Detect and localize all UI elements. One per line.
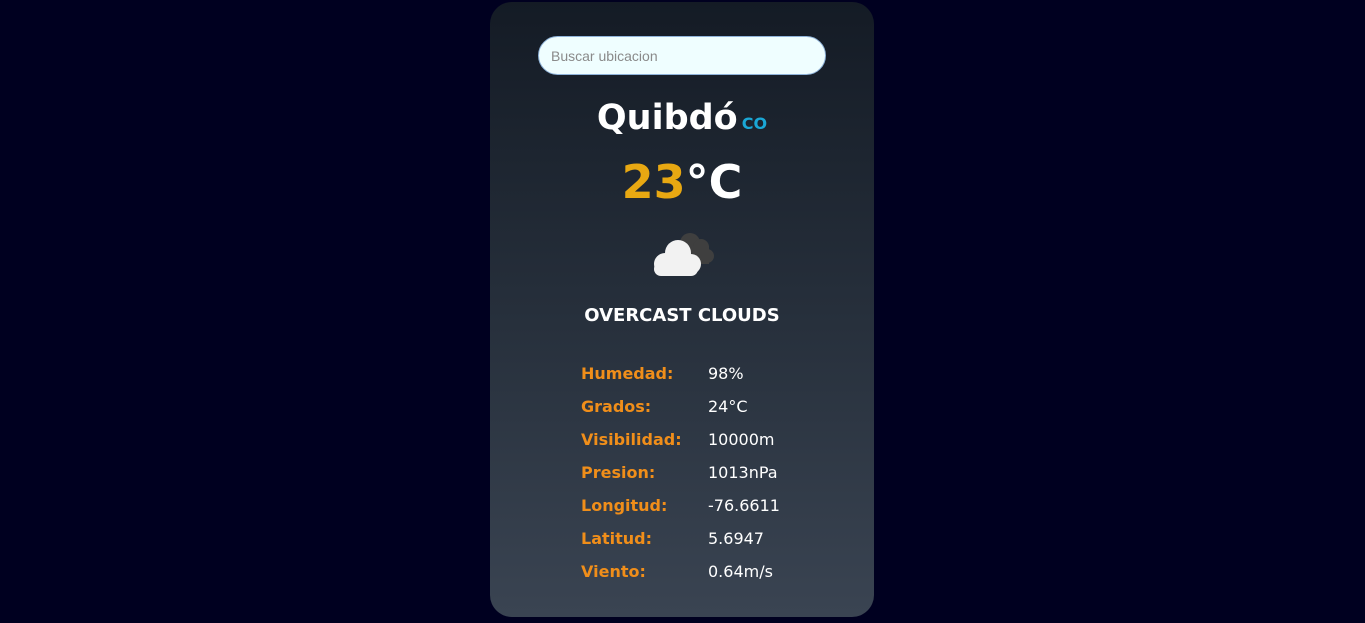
detail-value: 1013nPa (708, 463, 778, 482)
overcast-clouds-icon (645, 226, 721, 280)
weather-card: QuibdóCO 23°C OVERCAST CLOUDS Humedad: 9… (490, 2, 874, 617)
country-code: CO (741, 114, 768, 133)
detail-label: Longitud: (581, 496, 668, 515)
detail-label: Visibilidad: (581, 430, 682, 449)
detail-value: 10000m (708, 430, 775, 449)
detail-row-degrees: Grados: 24°C (581, 390, 831, 423)
detail-value: 24°C (708, 397, 748, 416)
detail-row-wind: Viento: 0.64m/s (581, 555, 831, 588)
detail-value: 0.64m/s (708, 562, 773, 581)
detail-label: Presion: (581, 463, 656, 482)
detail-label: Viento: (581, 562, 646, 581)
search-input[interactable] (538, 36, 826, 75)
detail-label: Grados: (581, 397, 652, 416)
detail-row-latitude: Latitud: 5.6947 (581, 522, 831, 555)
detail-row-pressure: Presion: 1013nPa (581, 456, 831, 489)
detail-value: 5.6947 (708, 529, 764, 548)
location-heading: Quibdó CO (490, 98, 874, 138)
weather-details: Humedad: 98% Grados: 24°C Visibilidad: 1… (581, 357, 831, 588)
weather-description: OVERCAST CLOUDS (584, 305, 780, 326)
detail-row-longitude: Longitud: -76.6611 (581, 489, 831, 522)
detail-value: 98% (708, 364, 744, 383)
detail-row-visibility: Visibilidad: 10000m (581, 423, 831, 456)
detail-value: -76.6611 (708, 496, 780, 515)
detail-row-humidity: Humedad: 98% (581, 357, 831, 390)
temperature-value: 23 (621, 155, 686, 209)
detail-label: Latitud: (581, 529, 653, 548)
detail-label: Humedad: (581, 364, 674, 383)
city-name: Quibdó (596, 98, 738, 138)
temperature-unit: °C (685, 155, 743, 209)
temperature-display: 23°C (490, 152, 874, 212)
